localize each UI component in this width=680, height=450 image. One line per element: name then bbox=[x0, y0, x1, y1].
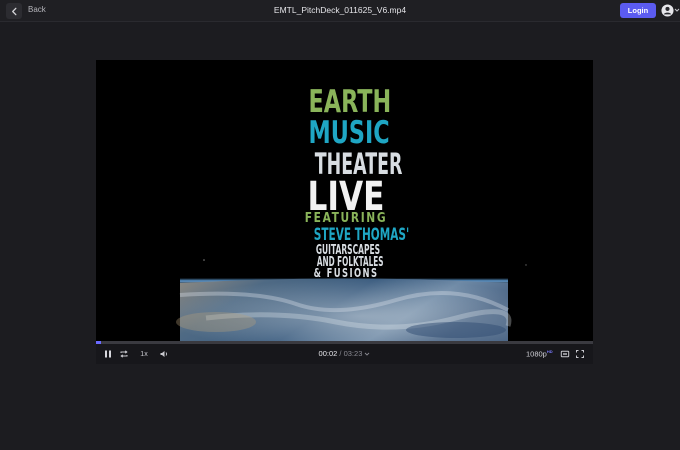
poster-featuring: FEATURING bbox=[304, 211, 388, 226]
hd-badge: HD bbox=[546, 349, 553, 354]
login-button[interactable]: Login bbox=[620, 3, 656, 18]
poster-music: MUSIC bbox=[308, 115, 390, 151]
time-display: 00:02 / 03:23 bbox=[96, 349, 593, 358]
subtitles-icon bbox=[560, 350, 570, 358]
video-frame[interactable]: EARTH MUSIC THEATER LIVE FEATURING STEVE… bbox=[96, 60, 593, 341]
volume-button[interactable] bbox=[158, 348, 170, 360]
current-time: 00:02 bbox=[318, 349, 338, 358]
user-icon bbox=[661, 4, 674, 17]
pause-button[interactable] bbox=[102, 348, 114, 360]
fullscreen-icon bbox=[576, 350, 584, 358]
video-player[interactable]: EARTH MUSIC THEATER LIVE FEATURING STEVE… bbox=[96, 60, 593, 364]
pause-icon bbox=[105, 350, 111, 358]
chevron-left-icon bbox=[11, 7, 16, 15]
loop-icon bbox=[120, 350, 128, 358]
chevron-down-icon[interactable] bbox=[674, 6, 680, 14]
chevron-down-icon[interactable] bbox=[364, 351, 370, 357]
back-link[interactable]: Back bbox=[28, 5, 46, 14]
speed-button[interactable]: 1x bbox=[138, 348, 150, 360]
player-controls: 1x 00:02 / 03:23 1080pHD bbox=[96, 344, 593, 364]
volume-icon bbox=[160, 351, 168, 357]
poster-fusions: & FUSIONS bbox=[313, 266, 379, 280]
quality-label: 1080p bbox=[526, 349, 547, 359]
duration: 03:23 bbox=[343, 349, 363, 358]
back-button[interactable] bbox=[6, 3, 22, 19]
top-bar: Back EMTL_PitchDeck_011625_V6.mp4 Login bbox=[0, 0, 680, 22]
loop-button[interactable] bbox=[118, 348, 130, 360]
fullscreen-button[interactable] bbox=[574, 348, 586, 360]
subtitles-button[interactable] bbox=[559, 348, 571, 360]
poster-artist: STEVE THOMAS' bbox=[313, 225, 410, 245]
quality-selector[interactable]: 1080pHD bbox=[526, 349, 553, 359]
file-title: EMTL_PitchDeck_011625_V6.mp4 bbox=[273, 5, 407, 15]
time-separator: / bbox=[339, 349, 342, 358]
user-menu[interactable] bbox=[661, 4, 674, 17]
